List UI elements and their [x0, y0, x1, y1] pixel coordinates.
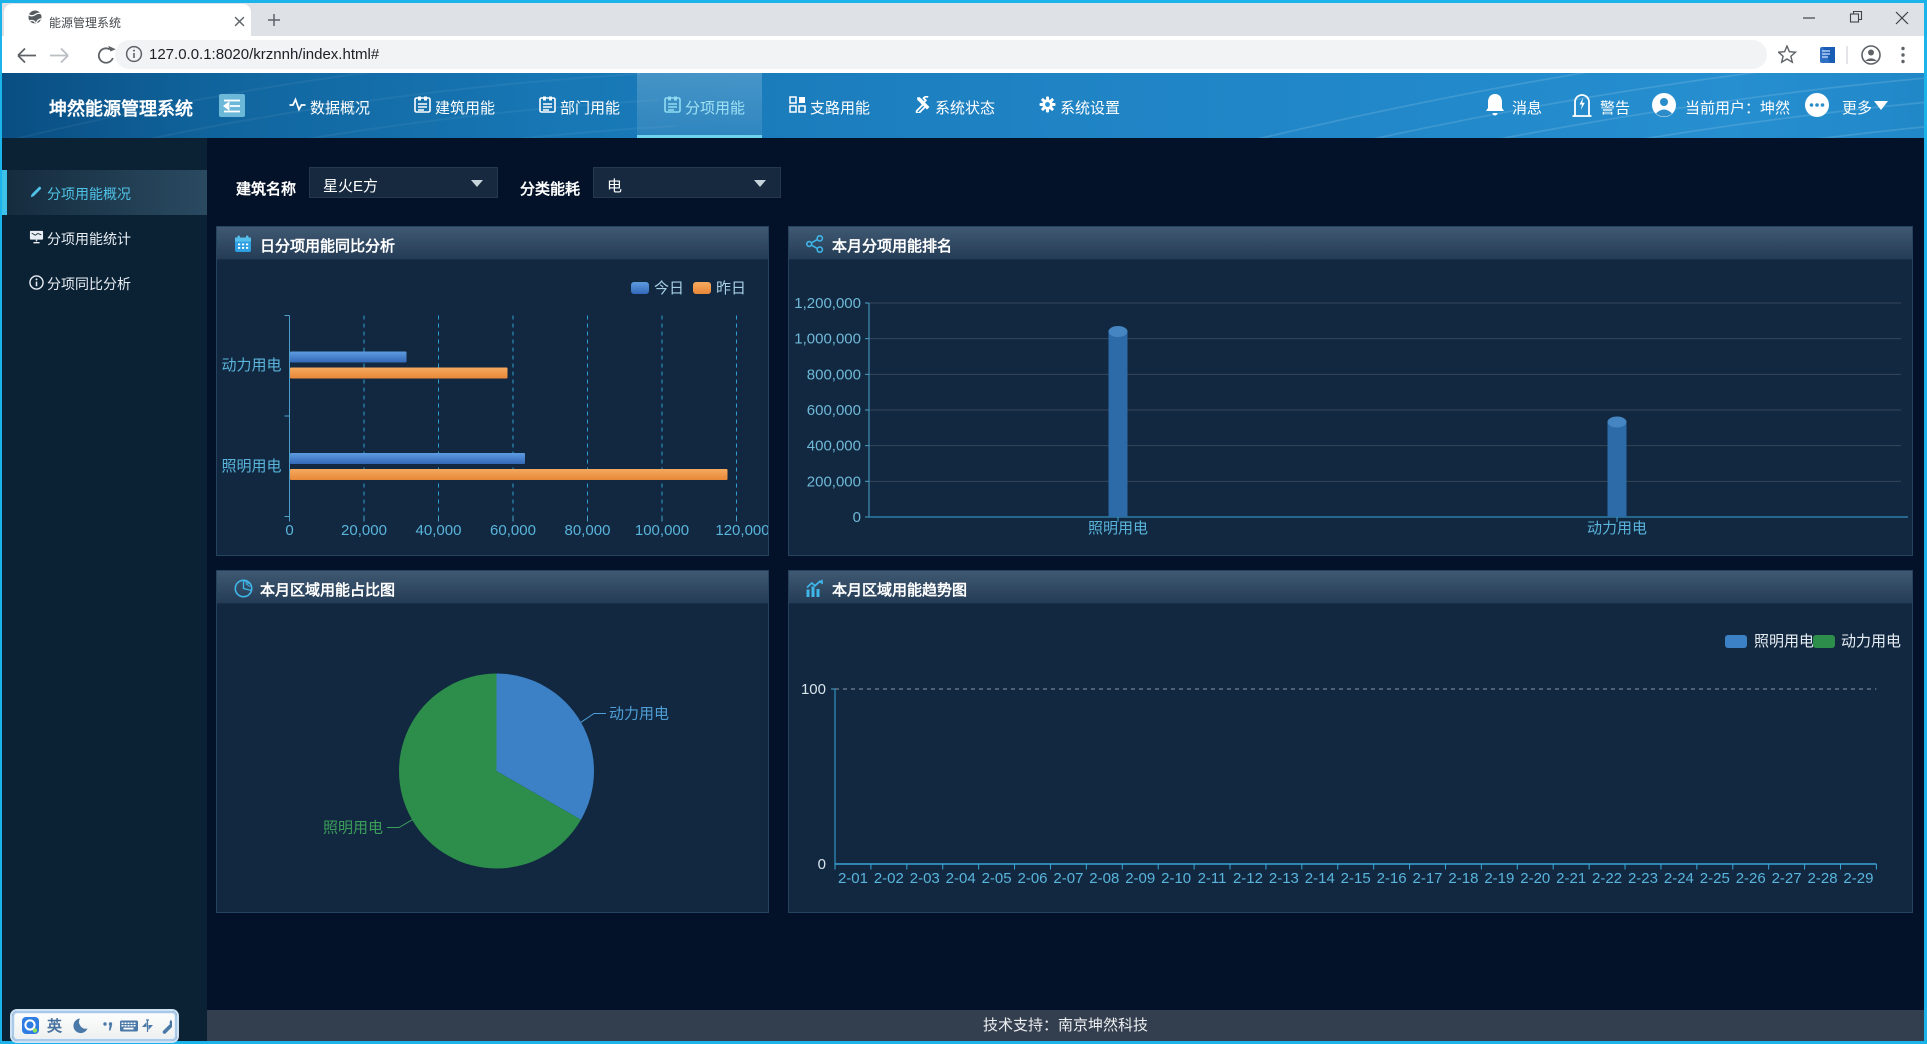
svg-text:60,000: 60,000	[490, 522, 536, 539]
svg-text:动力用电: 动力用电	[221, 357, 281, 374]
svg-text:2-17: 2-17	[1413, 870, 1443, 887]
svg-text:2-20: 2-20	[1520, 870, 1550, 887]
svg-text:昨日: 昨日	[716, 280, 746, 297]
svg-text:0: 0	[853, 509, 861, 526]
svg-text:80,000: 80,000	[565, 522, 611, 539]
svg-text:2-28: 2-28	[1808, 870, 1838, 887]
svg-text:2-04: 2-04	[946, 870, 976, 887]
svg-text:2-27: 2-27	[1772, 870, 1802, 887]
svg-text:0: 0	[818, 856, 826, 873]
svg-text:2-05: 2-05	[982, 870, 1012, 887]
svg-text:今日: 今日	[654, 280, 684, 297]
svg-text:1,200,000: 1,200,000	[794, 295, 861, 312]
svg-text:照明用电: 照明用电	[1754, 633, 1814, 650]
svg-text:2-13: 2-13	[1269, 870, 1299, 887]
svg-text:动力用电: 动力用电	[609, 706, 669, 723]
svg-text:20,000: 20,000	[341, 522, 387, 539]
svg-text:400,000: 400,000	[807, 438, 861, 455]
svg-text:2-09: 2-09	[1125, 870, 1155, 887]
svg-text:2-01: 2-01	[838, 870, 868, 887]
svg-text:0: 0	[285, 522, 293, 539]
svg-text:100: 100	[801, 681, 826, 698]
svg-text:2-26: 2-26	[1736, 870, 1766, 887]
svg-text:2-24: 2-24	[1664, 870, 1694, 887]
svg-text:2-10: 2-10	[1161, 870, 1191, 887]
svg-text:2-07: 2-07	[1053, 870, 1083, 887]
svg-text:600,000: 600,000	[807, 402, 861, 419]
svg-text:1,000,000: 1,000,000	[794, 331, 861, 348]
svg-text:动力用电: 动力用电	[1841, 633, 1901, 650]
svg-text:800,000: 800,000	[807, 366, 861, 383]
svg-text:2-15: 2-15	[1341, 870, 1371, 887]
svg-text:2-12: 2-12	[1233, 870, 1263, 887]
svg-text:2-16: 2-16	[1377, 870, 1407, 887]
svg-text:照明用电: 照明用电	[221, 458, 281, 475]
svg-text:2-11: 2-11	[1198, 870, 1227, 887]
svg-text:2-14: 2-14	[1305, 870, 1335, 887]
svg-text:2-18: 2-18	[1448, 870, 1478, 887]
svg-text:200,000: 200,000	[807, 473, 861, 490]
svg-text:100,000: 100,000	[635, 522, 689, 539]
svg-text:2-19: 2-19	[1484, 870, 1514, 887]
svg-text:2-29: 2-29	[1843, 870, 1873, 887]
svg-text:2-08: 2-08	[1089, 870, 1119, 887]
svg-text:英: 英	[47, 1017, 63, 1035]
svg-text:2-03: 2-03	[910, 870, 940, 887]
svg-text:2-06: 2-06	[1017, 870, 1047, 887]
svg-text:120,000: 120,000	[715, 522, 768, 539]
svg-text:照明用电: 照明用电	[323, 820, 383, 837]
svg-text:2-22: 2-22	[1592, 870, 1622, 887]
svg-text:2-25: 2-25	[1700, 870, 1730, 887]
svg-text:照明用电: 照明用电	[1088, 520, 1148, 537]
svg-text:2-21: 2-21	[1556, 870, 1586, 887]
svg-text:40,000: 40,000	[416, 522, 462, 539]
svg-text:动力用电: 动力用电	[1587, 520, 1647, 537]
svg-text:2-23: 2-23	[1628, 870, 1658, 887]
svg-text:2-02: 2-02	[874, 870, 904, 887]
